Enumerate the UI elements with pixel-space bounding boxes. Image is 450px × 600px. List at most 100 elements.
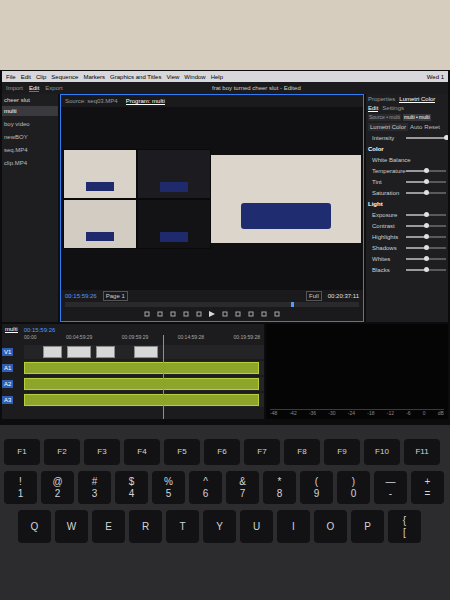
menu-item[interactable]: Clip (36, 74, 46, 80)
section-header[interactable]: Color (368, 146, 384, 152)
keyboard-key[interactable]: U (240, 510, 273, 543)
workspace-tab[interactable]: Import (6, 85, 23, 91)
slider-knob[interactable] (424, 234, 429, 239)
slider-track[interactable] (406, 170, 446, 172)
monitor-tab[interactable]: Program: multi (126, 98, 165, 105)
menu-item[interactable]: Help (211, 74, 223, 80)
keyboard-key[interactable]: $4 (115, 471, 148, 504)
timeline-clip[interactable] (43, 346, 62, 358)
keyboard-key[interactable]: !1 (4, 471, 37, 504)
camera-frame[interactable] (63, 149, 137, 199)
keyboard-key[interactable]: E (92, 510, 125, 543)
sub-tab[interactable]: Settings (382, 105, 404, 112)
slider-track[interactable] (406, 137, 446, 139)
page-select[interactable]: Page 1 (103, 291, 128, 301)
out-icon[interactable] (170, 311, 176, 317)
slider-knob[interactable] (424, 212, 429, 217)
clip-selector[interactable]: multi • multi (403, 114, 431, 121)
effect-button[interactable]: Auto (410, 124, 422, 130)
timeline-clip[interactable] (24, 394, 259, 406)
timeline-clip[interactable] (24, 362, 259, 374)
slider-track[interactable] (406, 247, 446, 249)
keyboard-key[interactable]: F1 (4, 439, 40, 465)
scrub-bar[interactable] (65, 302, 359, 307)
slider-knob[interactable] (424, 267, 429, 272)
keyboard-key[interactable]: Y (203, 510, 236, 543)
keyboard-key[interactable]: &7 (226, 471, 259, 504)
step-back-icon[interactable] (196, 311, 202, 317)
keyboard-key[interactable]: P (351, 510, 384, 543)
go-in-icon[interactable] (183, 311, 189, 317)
overwrite-icon[interactable] (261, 311, 267, 317)
slider-track[interactable] (406, 269, 446, 271)
keyboard-key[interactable]: F7 (244, 439, 280, 465)
effect-select[interactable]: Lumetri Color (368, 123, 408, 131)
step-forward-icon[interactable] (222, 311, 228, 317)
track-label[interactable]: A3 (2, 396, 13, 404)
project-item[interactable]: newBOY (2, 132, 58, 142)
keyboard-key[interactable]: F6 (204, 439, 240, 465)
workspace-tab[interactable]: Export (45, 85, 62, 91)
play-icon[interactable] (209, 311, 215, 317)
keyboard-key[interactable]: F8 (284, 439, 320, 465)
track-label[interactable]: V1 (2, 348, 13, 356)
workspace-tab[interactable]: Edit (29, 85, 39, 92)
keyboard-key[interactable]: Q (18, 510, 51, 543)
keyboard-key[interactable]: (9 (300, 471, 333, 504)
keyboard-key[interactable]: F4 (124, 439, 160, 465)
keyboard-key[interactable]: T (166, 510, 199, 543)
keyboard-key[interactable]: #3 (78, 471, 111, 504)
go-out-icon[interactable] (235, 311, 241, 317)
keyboard-key[interactable]: F11 (404, 439, 440, 465)
keyboard-key[interactable]: F2 (44, 439, 80, 465)
timeline-clip[interactable] (67, 346, 91, 358)
project-item[interactable]: boy video (2, 119, 58, 129)
slider-knob[interactable] (424, 168, 429, 173)
menu-item[interactable]: Sequence (51, 74, 78, 80)
keyboard-key[interactable]: W (55, 510, 88, 543)
keyboard-key[interactable]: R (129, 510, 162, 543)
slider-track[interactable] (406, 192, 446, 194)
zoom-select[interactable]: Full (306, 291, 322, 301)
track-label[interactable]: A2 (2, 380, 13, 388)
keyboard-key[interactable]: @2 (41, 471, 74, 504)
slider-track[interactable] (406, 225, 446, 227)
keyboard-key[interactable]: O (314, 510, 347, 543)
camera-frame[interactable] (63, 199, 137, 249)
effect-button[interactable]: Reset (424, 124, 440, 130)
section-header[interactable]: Light (368, 201, 383, 207)
camera-frame[interactable] (137, 149, 211, 199)
menu-item[interactable]: File (6, 74, 16, 80)
keyboard-key[interactable]: I (277, 510, 310, 543)
slider-track[interactable] (406, 258, 446, 260)
slider-track[interactable] (406, 214, 446, 216)
keyboard-key[interactable]: F10 (364, 439, 400, 465)
keyboard-key[interactable]: += (411, 471, 444, 504)
project-item[interactable]: seq.MP4 (2, 145, 58, 155)
menu-item[interactable]: Graphics and Titles (110, 74, 161, 80)
menu-item[interactable]: Edit (21, 74, 31, 80)
track-label[interactable]: A1 (2, 364, 13, 372)
slider-knob[interactable] (424, 190, 429, 195)
slider-knob[interactable] (424, 223, 429, 228)
timeline-clip[interactable] (134, 346, 158, 358)
slider-knob[interactable] (444, 135, 448, 140)
menu-item[interactable]: Markers (83, 74, 105, 80)
sequence-tab[interactable]: multi (5, 326, 18, 333)
sub-tab[interactable]: Edit (368, 105, 378, 112)
camera-frame[interactable] (137, 199, 211, 249)
keyboard-key[interactable]: *8 (263, 471, 296, 504)
project-item[interactable]: multi (2, 106, 58, 116)
slider-knob[interactable] (424, 245, 429, 250)
slider-track[interactable] (406, 236, 446, 238)
playhead[interactable] (291, 302, 294, 307)
keyboard-key[interactable]: {[ (388, 510, 421, 543)
monitor-tab[interactable]: Source: seq03.MP4 (65, 98, 118, 104)
keyboard-key[interactable]: —- (374, 471, 407, 504)
timeline-clip[interactable] (96, 346, 115, 358)
menu-item[interactable]: Window (184, 74, 205, 80)
insert-icon[interactable] (248, 311, 254, 317)
timeline-playhead[interactable] (163, 335, 164, 419)
slider-knob[interactable] (424, 256, 429, 261)
in-icon[interactable] (157, 311, 163, 317)
